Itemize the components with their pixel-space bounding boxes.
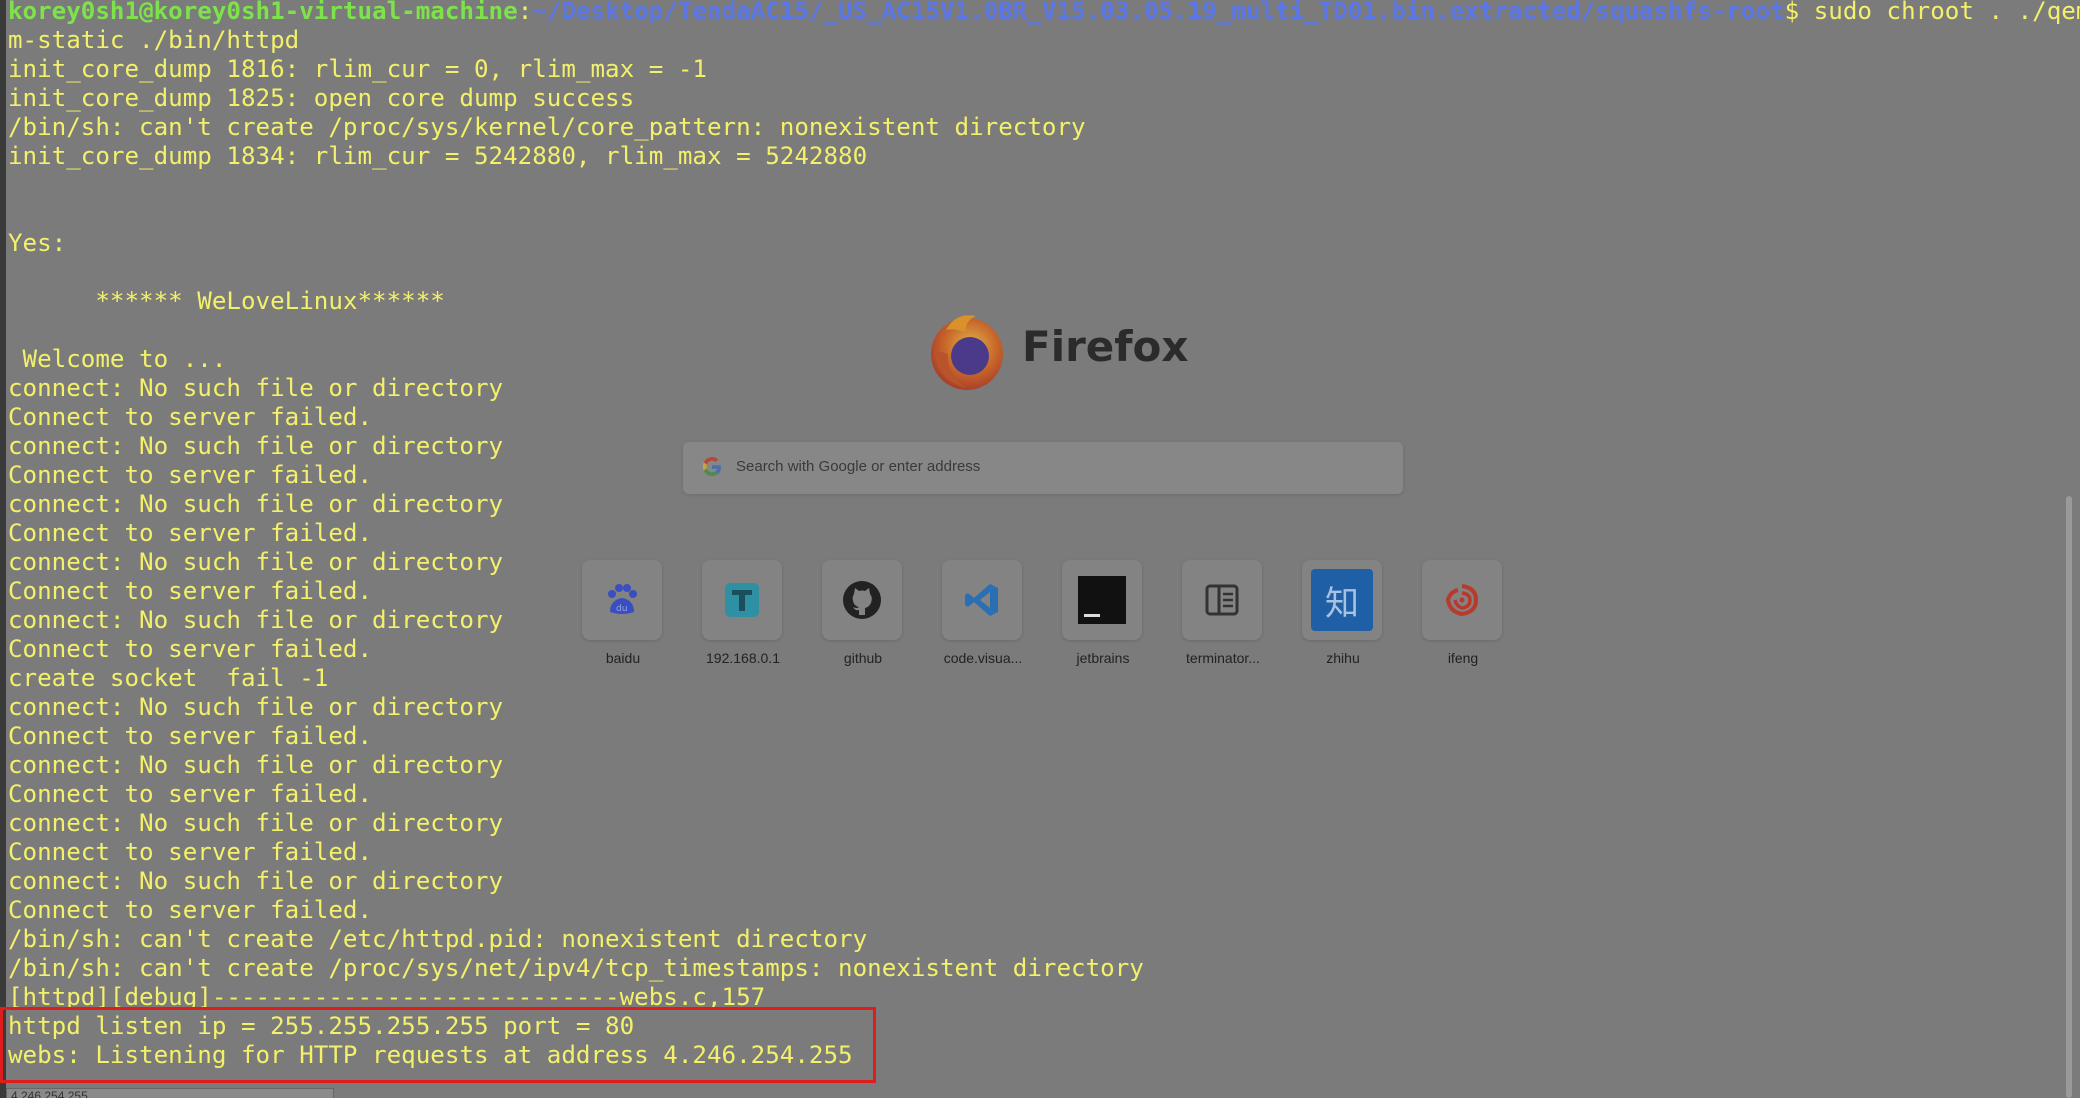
- terminal-line: connect: No such file or directory: [8, 548, 504, 576]
- terminal-scrollbar[interactable]: [2066, 496, 2072, 1098]
- terminal-line: connect: No such file or directory: [8, 751, 504, 779]
- terminal-line: Connect to server failed.: [8, 577, 373, 605]
- terminal-line: Connect to server failed.: [8, 519, 373, 547]
- terminal-line: Connect to server failed.: [8, 461, 373, 489]
- terminal-line: Yes:: [8, 229, 67, 257]
- terminal-line: init_core_dump 1825: open core dump succ…: [8, 84, 635, 112]
- highlight-annotation-box: [0, 1007, 876, 1083]
- desktop-screen: Firefox Search with Google or enter addr…: [0, 0, 2080, 1098]
- terminal-line: connect: No such file or directory: [8, 809, 504, 837]
- terminal-line: Connect to server failed.: [8, 635, 373, 663]
- terminal-line: /bin/sh: can't create /proc/sys/net/ipv4…: [8, 954, 1144, 982]
- terminal-line: Connect to server failed.: [8, 896, 373, 924]
- terminal-line: connect: No such file or directory: [8, 606, 504, 634]
- terminal-line: m-static ./bin/httpd: [8, 26, 300, 54]
- terminal-line: /bin/sh: can't create /etc/httpd.pid: no…: [8, 925, 868, 953]
- prompt-command: $ sudo chroot . ./qemu-ar: [1784, 0, 2080, 25]
- terminal-line: connect: No such file or directory: [8, 490, 504, 518]
- terminal-prompt-line: korey0sh1@korey0sh1-virtual-machine:~/De…: [8, 0, 2080, 26]
- terminal-line: Connect to server failed.: [8, 403, 373, 431]
- prompt-user-host: korey0sh1@korey0sh1-virtual-machine: [8, 0, 518, 25]
- terminal-line: ****** WeLoveLinux******: [8, 287, 445, 315]
- terminal-line: Connect to server failed.: [8, 780, 373, 808]
- terminal-line: connect: No such file or directory: [8, 374, 504, 402]
- terminal-line: /bin/sh: can't create /proc/sys/kernel/c…: [8, 113, 1086, 141]
- terminal-line: init_core_dump 1834: rlim_cur = 5242880,…: [8, 142, 868, 170]
- terminal-line: Welcome to ...: [8, 345, 227, 373]
- terminal-line: create socket fail -1: [8, 664, 329, 692]
- link-status-tooltip: 4.246.254.255: [6, 1088, 334, 1098]
- terminal-line: Connect to server failed.: [8, 838, 373, 866]
- terminal-line: connect: No such file or directory: [8, 693, 504, 721]
- prompt-path: ~/Desktop/TendaAC15/_US_AC15V1.0BR_V15.0…: [532, 0, 1785, 25]
- terminal-line: init_core_dump 1816: rlim_cur = 0, rlim_…: [8, 55, 707, 83]
- terminal-line: connect: No such file or directory: [8, 432, 504, 460]
- prompt-colon: :: [517, 0, 533, 25]
- terminal-line: Connect to server failed.: [8, 722, 373, 750]
- terminal-output[interactable]: korey0sh1@korey0sh1-virtual-machine:~/De…: [8, 0, 2080, 1098]
- terminal-line: connect: No such file or directory: [8, 867, 504, 895]
